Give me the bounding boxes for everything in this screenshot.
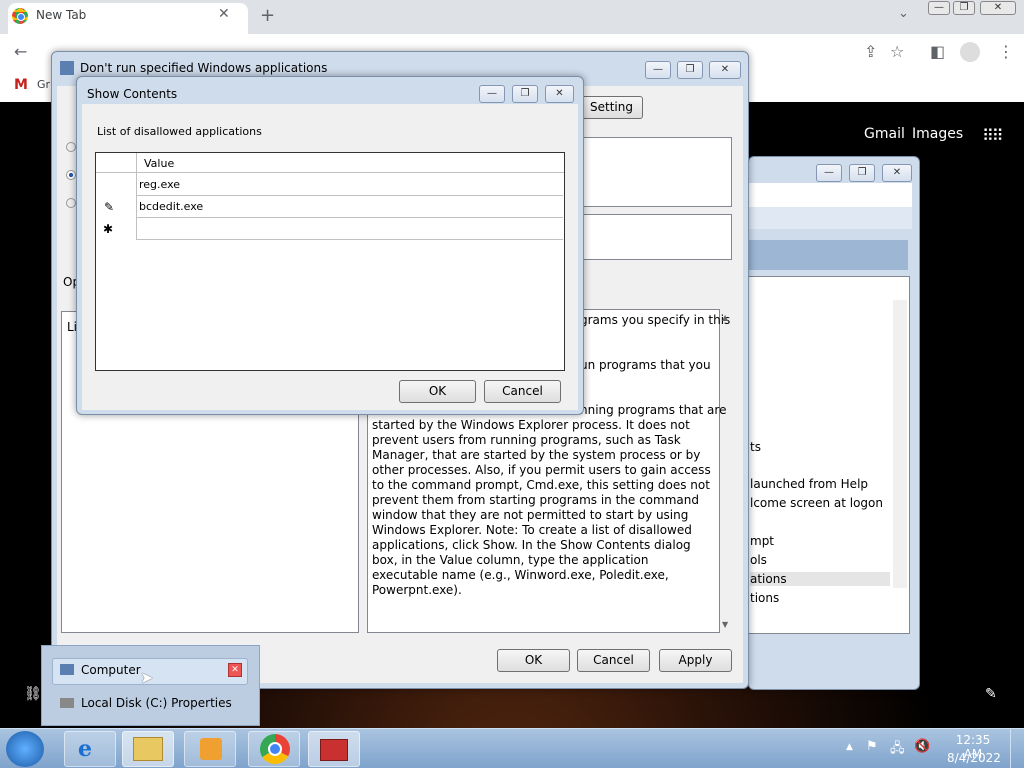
new-tab-button[interactable]: + <box>260 5 275 26</box>
grid-row[interactable]: bcdedit.exe <box>136 196 563 218</box>
scrollbar[interactable] <box>893 300 907 588</box>
mmc-menu <box>748 183 912 207</box>
comment-box[interactable] <box>582 137 732 207</box>
minimize-button[interactable]: — <box>645 61 671 79</box>
chevron-down-icon[interactable]: ⌄ <box>898 6 909 21</box>
restore-button[interactable]: ❐ <box>953 1 975 15</box>
mouse-cursor: ➤ <box>140 668 154 687</box>
apply-button[interactable]: Apply <box>659 649 732 672</box>
asterisk-new-row-icon: ✱ <box>103 222 114 236</box>
link-icon[interactable]: ⛓ <box>24 686 42 702</box>
mmc-item[interactable]: mpt <box>750 534 774 548</box>
mmc-item[interactable]: ts <box>750 440 761 454</box>
mmc-item[interactable]: lcome screen at logon <box>750 496 883 510</box>
sidepanel-icon[interactable]: ◧ <box>930 42 945 61</box>
minimize-button[interactable]: — <box>928 1 950 15</box>
help-text-line: un programs that you <box>580 358 711 372</box>
scroll-down-icon[interactable]: ▼ <box>722 620 728 629</box>
unpin-close-icon[interactable]: ✕ <box>228 663 242 677</box>
jump-item-label: Computer <box>81 663 141 677</box>
chrome-icon-center <box>268 742 282 756</box>
scroll-up-icon[interactable]: ▲ <box>722 313 728 322</box>
mmc-item[interactable]: tions <box>750 591 779 605</box>
supported-box <box>582 214 732 260</box>
volume-muted-icon[interactable]: 🔇 <box>914 739 930 754</box>
cancel-button[interactable]: Cancel <box>484 380 561 403</box>
tab-title: New Tab <box>36 8 87 22</box>
radio-disabled[interactable] <box>66 198 76 208</box>
grid-row[interactable]: reg.exe <box>136 174 563 196</box>
ok-button[interactable]: OK <box>497 649 570 672</box>
gmail-bookmark-icon[interactable]: M <box>14 77 28 93</box>
radio-enabled[interactable] <box>66 170 76 180</box>
mmc-item-selected[interactable]: ations <box>750 572 890 586</box>
restore-button[interactable]: ❐ <box>849 164 875 182</box>
restore-button[interactable]: ❐ <box>512 85 538 103</box>
show-desktop-button[interactable] <box>1010 728 1024 768</box>
images-link[interactable]: Images <box>912 126 963 142</box>
chrome-tab-icon <box>12 8 28 24</box>
close-button[interactable]: ✕ <box>709 61 741 79</box>
help-text-line: grams you specify in this <box>580 313 731 327</box>
close-button[interactable]: ✕ <box>882 164 912 182</box>
network-icon[interactable]: 🖧 <box>890 739 905 761</box>
ie-icon: e <box>78 736 92 762</box>
profile-avatar[interactable] <box>960 42 980 62</box>
policy-window-title: Don't run specified Windows applications <box>80 61 328 75</box>
help-text-line: nning programs that are <box>580 403 727 417</box>
pencil-edit-icon: ✎ <box>104 200 115 214</box>
menu-icon[interactable]: ⋮ <box>998 42 1014 61</box>
mmc-header <box>748 240 908 270</box>
ok-button[interactable]: OK <box>399 380 476 403</box>
mmc-item[interactable]: launched from Help <box>750 477 868 491</box>
toolbox-icon <box>320 739 348 761</box>
close-button[interactable]: ✕ <box>980 1 1016 15</box>
cancel-button[interactable]: Cancel <box>577 649 650 672</box>
column-header-value[interactable]: Value <box>144 157 174 170</box>
computer-icon <box>60 664 74 675</box>
tray-expand-icon[interactable]: ▲ <box>846 742 853 752</box>
folder-icon <box>133 737 163 761</box>
bookmark-label[interactable]: Gr <box>37 78 50 91</box>
share-icon[interactable]: ⇪ <box>864 42 877 61</box>
minimize-button[interactable]: — <box>479 85 505 103</box>
grid-row-new[interactable] <box>136 218 563 240</box>
setting-button[interactable]: Setting <box>580 96 643 119</box>
show-contents-title: Show Contents <box>87 87 178 101</box>
apps-grid-icon[interactable]: ⠿⠿ <box>982 126 1003 145</box>
pencil-icon[interactable]: ✎ <box>985 686 997 702</box>
back-icon[interactable]: ← <box>14 42 27 61</box>
jump-item-label[interactable]: Local Disk (C:) Properties <box>81 696 232 710</box>
minimize-button[interactable]: — <box>816 164 842 182</box>
start-button[interactable] <box>6 731 44 767</box>
restore-button[interactable]: ❐ <box>677 61 703 79</box>
list-label: List of disallowed applications <box>97 125 262 138</box>
mmc-toolbar <box>748 207 912 229</box>
clock-date[interactable]: 8/4/2022 <box>947 751 1001 765</box>
flag-icon[interactable]: ⚑ <box>866 739 878 754</box>
policy-icon <box>60 61 74 75</box>
star-icon[interactable]: ☆ <box>890 42 904 61</box>
media-player-icon <box>200 738 222 760</box>
disk-icon <box>60 698 74 708</box>
mmc-item[interactable]: ols <box>750 553 767 567</box>
close-button[interactable]: ✕ <box>545 85 574 103</box>
close-icon[interactable]: ✕ <box>218 6 230 22</box>
radio-not-configured[interactable] <box>66 142 76 152</box>
help-text-body: started by the Windows Explorer process.… <box>372 418 711 597</box>
gmail-link[interactable]: Gmail <box>864 126 905 142</box>
